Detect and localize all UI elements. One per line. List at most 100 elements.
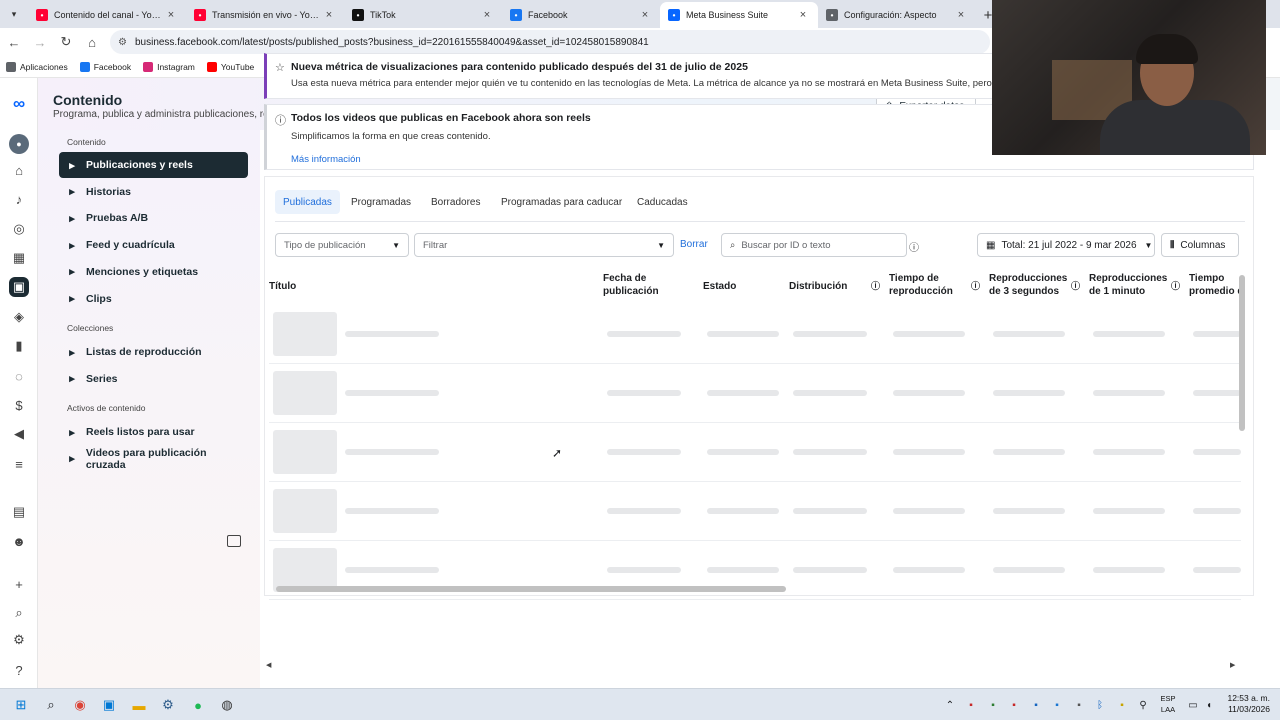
ads-icon[interactable]: ◈	[9, 307, 29, 327]
settings-app-icon[interactable]: ⚙	[159, 696, 177, 714]
store-icon[interactable]: ▣	[100, 696, 118, 714]
planner-icon[interactable]: ▦	[9, 248, 29, 268]
browser-tab[interactable]: • Transmisión en vivo - YouTube×	[186, 2, 344, 28]
search-input[interactable]: ⌕ Buscar por ID o texto	[721, 233, 907, 257]
browser-tab[interactable]: • Contenido del canal - YouTube×	[28, 2, 186, 28]
close-tab-icon[interactable]: ×	[480, 9, 494, 21]
column-info-icon[interactable]: ⓘ	[971, 280, 980, 293]
tray-app-icon[interactable]: ▪	[1048, 696, 1066, 714]
bookmark-item[interactable]: YouTube	[206, 61, 254, 72]
close-tab-icon[interactable]: ×	[796, 9, 810, 21]
columns-button[interactable]: ⦀ Columnas	[1161, 233, 1239, 257]
chrome-icon[interactable]: ◉	[71, 696, 89, 714]
ads-megaphone-icon[interactable]: ◀	[9, 424, 29, 444]
all-tools-icon[interactable]: ≡	[9, 454, 29, 474]
browser-tab[interactable]: • Configuración: Aspecto ×	[818, 2, 976, 28]
tab-search-icon[interactable]: ▾	[0, 0, 28, 28]
collapse-sidebar-icon[interactable]	[227, 535, 241, 547]
content-tab[interactable]: Programadas para caducar	[493, 190, 630, 214]
monetization-icon[interactable]: $	[9, 395, 29, 415]
sidebar-item[interactable]: ▸ Videos para publicación cruzada	[59, 446, 248, 472]
close-tab-icon[interactable]: ×	[638, 9, 652, 21]
reload-icon[interactable]: ↻	[54, 30, 78, 54]
vertical-scrollbar[interactable]	[1239, 275, 1245, 431]
sidebar-item[interactable]: ▸ Reels listos para usar	[59, 419, 248, 445]
taskbar-search-icon[interactable]: ⌕	[42, 696, 60, 714]
help-icon[interactable]: ?	[9, 660, 29, 680]
account-avatar[interactable]: ●	[9, 134, 29, 154]
column-info-icon[interactable]: ⓘ	[1171, 280, 1180, 293]
forward-icon[interactable]: →	[28, 30, 52, 54]
column-header[interactable]: Tiempo promedio d	[1189, 272, 1243, 298]
horizontal-scrollbar[interactable]	[276, 586, 786, 592]
sidebar-item[interactable]: ▸ Menciones y etiquetas	[59, 259, 248, 285]
tray-app-icon[interactable]: ▪	[984, 696, 1002, 714]
content-tab[interactable]: Caducadas	[629, 190, 696, 214]
tray-app-icon[interactable]: ▪	[1113, 696, 1131, 714]
clear-button[interactable]: Borrar	[680, 239, 708, 250]
notifications-icon[interactable]: ♪	[9, 189, 29, 209]
search-info-icon[interactable]: ⓘ	[909, 239, 919, 254]
explore-icon[interactable]: ◎	[9, 219, 29, 239]
content-tab[interactable]: Publicadas	[275, 190, 340, 214]
tray-expand-icon[interactable]: ⌃	[941, 696, 959, 714]
sidebar-item[interactable]: ▸ Series	[59, 366, 248, 392]
column-header[interactable]: Título	[269, 280, 296, 293]
scroll-right-icon[interactable]: ▶	[1230, 661, 1235, 669]
column-header[interactable]: Distribución	[789, 280, 847, 293]
content-tab[interactable]: Programadas	[343, 190, 419, 214]
tray-app-icon[interactable]: ▪	[962, 696, 980, 714]
back-icon[interactable]: ←	[2, 30, 26, 54]
more-info-link[interactable]: Más información	[291, 154, 361, 165]
search-nav-icon[interactable]: ⌕	[9, 603, 29, 623]
tray-app-icon[interactable]: ▪	[1005, 696, 1023, 714]
sidebar-item[interactable]: ▸ Feed y cuadrícula	[59, 232, 248, 258]
sidebar-item[interactable]: ▸ Clips	[59, 286, 248, 312]
column-header[interactable]: Tiempo de reproducción	[889, 272, 953, 298]
address-bar[interactable]: ⚙ business.facebook.com/latest/posts/pub…	[110, 30, 990, 54]
home-nav-icon[interactable]: ⌂	[9, 160, 29, 180]
close-tab-icon[interactable]: ×	[954, 9, 968, 21]
tray-app-icon[interactable]: ▪	[1027, 696, 1045, 714]
tray-app-icon[interactable]: ▪	[1070, 696, 1088, 714]
spotify-icon[interactable]: ●	[189, 696, 207, 714]
sidebar-item[interactable]: ▸ Pruebas A/B	[59, 205, 248, 231]
create-icon[interactable]: +	[9, 574, 29, 594]
home-icon[interactable]: ⌂	[80, 30, 104, 54]
sidebar-item[interactable]: ▸ Historias	[59, 179, 248, 205]
bookmark-item[interactable]: Instagram	[143, 61, 195, 72]
content-tab[interactable]: Borradores	[423, 190, 488, 214]
column-header[interactable]: Reproducciones de 1 minuto	[1089, 272, 1167, 298]
filter-select[interactable]: Filtrar ▼	[414, 233, 674, 257]
browser-tab[interactable]: • Meta Business Suite ×	[660, 2, 818, 28]
bookmark-item[interactable]: Facebook	[79, 61, 131, 72]
pages-icon[interactable]: ▤	[9, 502, 29, 522]
date-range-button[interactable]: ▦ Total: 21 jul 2022 - 9 mar 2026 ▼	[977, 233, 1155, 257]
volume-icon[interactable]: ◖	[1200, 696, 1218, 714]
column-header[interactable]: Estado	[703, 280, 736, 293]
file-explorer-icon[interactable]: ▬	[130, 696, 148, 714]
scroll-left-icon[interactable]: ◀	[266, 661, 271, 669]
bluetooth-icon[interactable]: ᛒ	[1091, 696, 1109, 714]
browser-tab[interactable]: • Facebook ×	[502, 2, 660, 28]
content-icon[interactable]: ▣	[9, 277, 29, 297]
windows-start-icon[interactable]: ⊞	[12, 696, 30, 714]
sidebar-item[interactable]: ▸ Publicaciones y reels	[59, 152, 248, 178]
post-type-select[interactable]: Tipo de publicación ▼	[275, 233, 409, 257]
column-info-icon[interactable]: ⓘ	[1071, 280, 1080, 293]
column-header[interactable]: Fecha de publicación	[603, 272, 659, 298]
sidebar-item[interactable]: ▸ Listas de reproducción	[59, 339, 248, 365]
microphone-icon[interactable]: ⚲	[1134, 696, 1152, 714]
system-clock[interactable]: 12:53 a. m. 11/03/2026	[1222, 693, 1270, 715]
obs-icon[interactable]: ◍	[218, 696, 236, 714]
browser-tab[interactable]: • TikTok ×	[344, 2, 502, 28]
inbox-icon[interactable]: ◌	[9, 366, 29, 386]
close-tab-icon[interactable]: ×	[164, 9, 178, 21]
insights-icon[interactable]: ▮	[9, 336, 29, 356]
meta-logo-icon[interactable]: ∞	[5, 94, 33, 114]
language-indicator[interactable]: ESP LAA	[1160, 693, 1176, 715]
close-tab-icon[interactable]: ×	[322, 9, 336, 21]
people-icon[interactable]: ☻	[9, 531, 29, 551]
column-header[interactable]: Reproducciones de 3 segundos	[989, 272, 1067, 298]
site-info-icon[interactable]: ⚙	[118, 37, 127, 48]
